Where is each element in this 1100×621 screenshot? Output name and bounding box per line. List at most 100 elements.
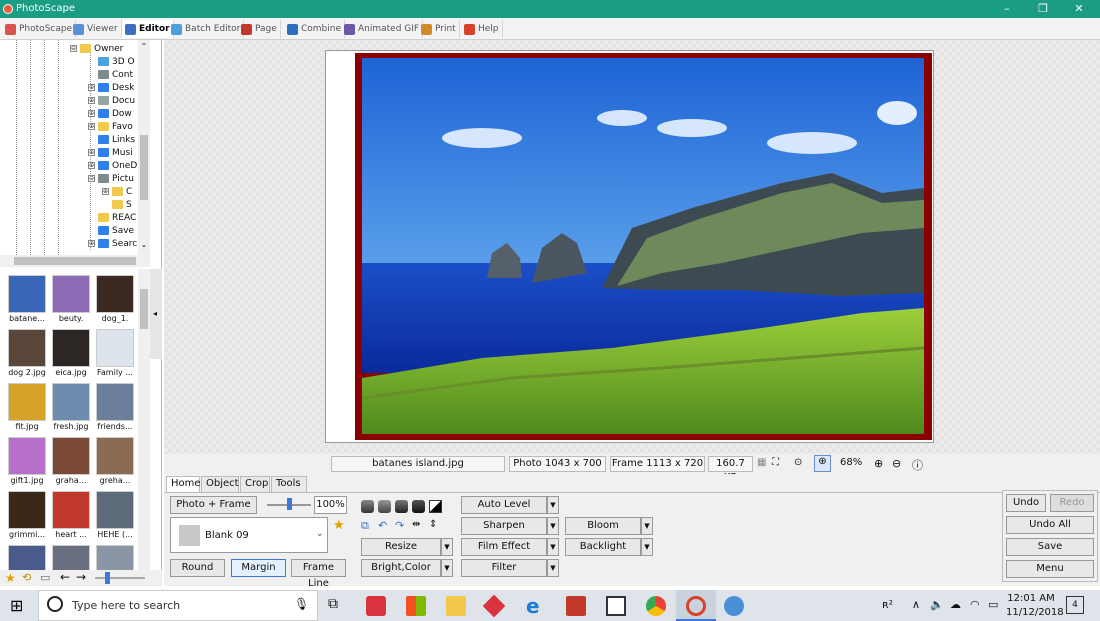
frame-size-slider[interactable] — [267, 498, 311, 510]
resize-button[interactable]: Resize — [361, 538, 441, 556]
bright-level-4-icon[interactable] — [412, 500, 425, 513]
file-explorer-icon[interactable] — [446, 596, 466, 616]
tree-item[interactable]: ⊕ OneD — [88, 159, 137, 172]
rotate-left-icon[interactable]: ↶ — [378, 519, 391, 532]
photoscape-task-button[interactable] — [676, 590, 716, 621]
tab-photoscape[interactable]: PhotoScape — [2, 20, 77, 38]
transparency-grid-icon[interactable]: ▦ — [757, 457, 770, 470]
thumbnail-item[interactable]: eica.jpg — [49, 329, 93, 381]
undo-button[interactable]: Undo — [1006, 494, 1046, 512]
tab-tools[interactable]: Tools — [271, 476, 307, 492]
film-effect-button[interactable]: Film Effect — [461, 538, 547, 556]
thumbnail-item[interactable]: friends... — [93, 383, 137, 435]
pdf-app-icon[interactable] — [566, 596, 586, 616]
tree-item[interactable]: ⊕ Musi — [88, 146, 133, 159]
folder-icon[interactable]: ▭ — [40, 571, 53, 584]
battery-icon[interactable]: ▭ — [988, 598, 998, 611]
tree-item[interactable]: ⊖ Owner — [70, 42, 123, 55]
sharpen-dropdown[interactable]: ▼ — [547, 517, 559, 535]
thumbnail-scrollbar[interactable] — [138, 269, 150, 570]
bright-color-button[interactable]: Bright,Color — [361, 559, 441, 577]
mail-app-icon[interactable] — [366, 596, 386, 616]
info-icon[interactable]: ⓘ — [912, 457, 925, 472]
rotate-image-icon[interactable]: ⧉ — [361, 519, 374, 532]
tree-expander-icon[interactable]: ⊕ — [102, 188, 109, 195]
thumbnail-item[interactable]: HEHE (... — [93, 491, 137, 543]
tab-batch-editor[interactable]: Batch Editor — [168, 20, 245, 38]
thumbnail-item[interactable]: fresh.jpg — [49, 383, 93, 435]
tab-print[interactable]: Print — [418, 20, 460, 38]
bright-level-3-icon[interactable] — [395, 500, 408, 513]
thumbnail-item[interactable]: beuty. — [49, 275, 93, 327]
mail-envelope-icon[interactable] — [606, 596, 626, 616]
zoom-actual-icon[interactable]: ⊙ — [794, 457, 807, 470]
taskbar-search[interactable]: Type here to search 🎙 — [38, 590, 318, 621]
tree-expander-icon[interactable]: ⊕ — [88, 162, 95, 169]
sharpen-button[interactable]: Sharpen — [461, 517, 547, 535]
filter-dropdown[interactable]: ▼ — [547, 559, 559, 577]
tab-object[interactable]: Object — [201, 476, 239, 492]
bloom-dropdown[interactable]: ▼ — [641, 517, 653, 535]
close-button[interactable]: ✕ — [1056, 0, 1100, 18]
paint-app-icon[interactable] — [724, 596, 744, 616]
zoom-in-icon[interactable]: ⊕ — [874, 457, 887, 470]
thumbnail-item[interactable]: dog 2.jpg — [5, 329, 49, 381]
undo-all-button[interactable]: Undo All — [1006, 516, 1094, 534]
show-hidden-icons-chevron[interactable]: ∧ — [912, 598, 920, 611]
bright-level-1-icon[interactable] — [361, 500, 374, 513]
tree-expander-icon[interactable]: ⊕ — [88, 149, 95, 156]
rotate-right-icon[interactable]: ↷ — [395, 519, 408, 532]
tab-home[interactable]: Home — [166, 476, 201, 492]
tree-item[interactable]: Cont — [88, 68, 133, 81]
red-app-icon[interactable] — [482, 594, 506, 618]
favorite-frame-star-icon[interactable]: ★ — [333, 518, 346, 533]
thumbnail-item[interactable]: dog_1. — [93, 275, 137, 327]
tab-animated-gif[interactable]: Animated GIF — [341, 20, 424, 38]
backlight-button[interactable]: Backlight — [565, 538, 641, 556]
tree-item[interactable]: ⊕ Searc — [88, 237, 137, 250]
tree-item[interactable]: ⊕ Desk — [88, 81, 134, 94]
tab-page[interactable]: Page — [238, 20, 281, 38]
contrast-icon[interactable] — [429, 500, 442, 513]
backlight-dropdown[interactable]: ▼ — [641, 538, 653, 556]
people-icon[interactable]: ʀ² — [882, 598, 893, 611]
windows-start-icon[interactable]: ⊞ — [10, 596, 30, 616]
frame-percent[interactable]: 100% — [314, 496, 347, 514]
tree-item[interactable]: Save — [88, 224, 134, 237]
zoom-fit-icon[interactable]: ⊕ — [814, 455, 831, 472]
clock-time[interactable]: 12:01 AM — [1006, 593, 1056, 604]
fit-screen-icon[interactable]: ⛶ — [772, 457, 785, 470]
film-effect-dropdown[interactable]: ▼ — [547, 538, 559, 556]
volume-icon[interactable]: 🔈 — [930, 598, 944, 611]
bloom-button[interactable]: Bloom — [565, 517, 641, 535]
thumbnail-size-slider[interactable] — [95, 572, 145, 584]
tree-expander-icon[interactable]: ⊕ — [88, 84, 95, 91]
tree-item[interactable]: ⊕ Docu — [88, 94, 135, 107]
panel-collapse-handle[interactable]: ◂ — [150, 269, 162, 359]
favorite-star-icon[interactable]: ★ — [5, 571, 18, 585]
folder-tree[interactable]: ⊖ Owner 3D O Cont ⊕ Desk ⊕ Docu ⊕ Dow ⊕ Favo Links ⊕ M… — [0, 40, 150, 255]
thumbnail-item[interactable]: greha... — [93, 437, 137, 489]
menu-button[interactable]: Menu — [1006, 560, 1094, 578]
tree-item[interactable]: ⊖ Pictu — [88, 172, 134, 185]
tree-item[interactable]: ⊕ Dow — [88, 107, 132, 120]
tab-crop[interactable]: Crop — [240, 476, 270, 492]
tree-hscrollbar[interactable] — [0, 255, 150, 267]
notification-center-button[interactable]: 4 — [1066, 596, 1084, 614]
tree-expander-icon[interactable]: ⊖ — [70, 45, 77, 52]
edge-browser-icon[interactable]: e — [526, 596, 546, 616]
tree-item[interactable]: 3D O — [88, 55, 135, 68]
tree-expander-icon[interactable]: ⊕ — [88, 110, 95, 117]
tree-item[interactable]: Links — [88, 133, 135, 146]
save-button[interactable]: Save — [1006, 538, 1094, 556]
round-button[interactable]: Round — [170, 559, 225, 577]
tree-item[interactable]: ⊕ C — [102, 185, 132, 198]
resize-dropdown[interactable]: ▼ — [441, 538, 453, 556]
thumbnail-item[interactable]: heart ... — [49, 491, 93, 543]
frame-line-button[interactable]: Frame Line — [291, 559, 346, 589]
tree-item[interactable]: ⊕ Favo — [88, 120, 133, 133]
thumbnail-item[interactable]: grimmi... — [5, 491, 49, 543]
auto-level-dropdown[interactable]: ▼ — [547, 496, 559, 514]
chrome-icon[interactable] — [646, 596, 666, 616]
thumbnail-item[interactable]: gift1.jpg — [5, 437, 49, 489]
